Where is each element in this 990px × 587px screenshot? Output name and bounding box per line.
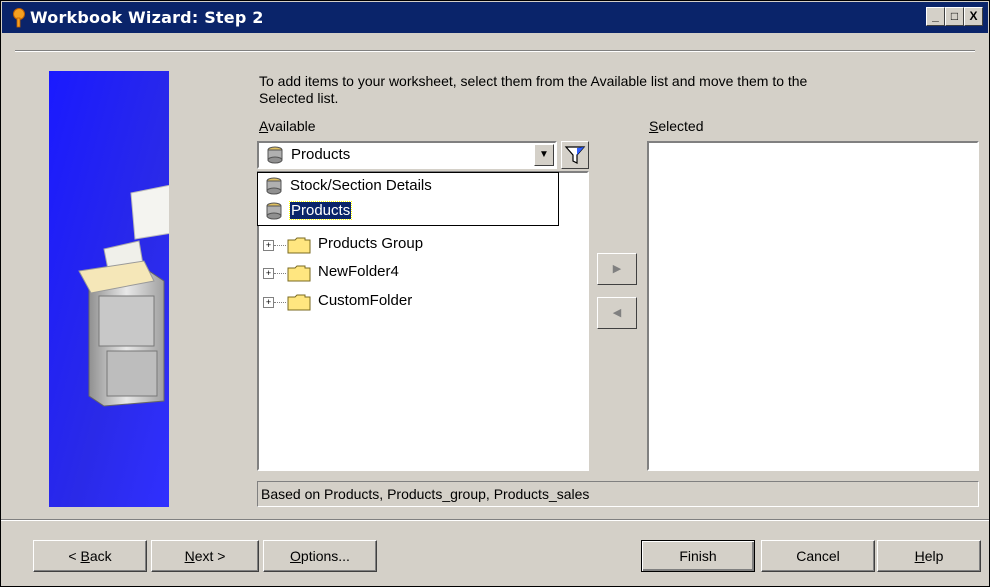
funnel-icon	[564, 146, 586, 164]
finish-button[interactable]: Finish	[641, 540, 755, 572]
dropdown-item[interactable]: Stock/Section Details	[260, 174, 556, 198]
options-button[interactable]: Options...	[263, 540, 377, 572]
close-button[interactable]: X	[964, 7, 983, 26]
dropdown-item-label: Stock/Section Details	[290, 177, 432, 194]
help-button[interactable]: Help	[877, 540, 981, 572]
title-bar[interactable]: Workbook Wizard: Step 2 _ □ X	[2, 2, 988, 33]
tree-connector	[274, 273, 286, 274]
business-area-dropdown[interactable]: Stock/Section Details Products	[257, 172, 559, 226]
tree-item-label: NewFolder4	[318, 263, 399, 280]
filter-button[interactable]	[561, 141, 589, 169]
tree-connector	[274, 302, 286, 303]
arrow-left-icon: ◀	[612, 307, 622, 319]
status-text: Based on Products, Products_group, Produ…	[257, 481, 979, 507]
database-icon	[267, 146, 283, 164]
wizard-window: Workbook Wizard: Step 2 _ □ X To add ite…	[0, 0, 990, 587]
footer-divider	[1, 519, 989, 521]
business-area-combo[interactable]: Products ▼	[257, 141, 557, 169]
minimize-button[interactable]: _	[926, 7, 945, 26]
selected-label: Selected	[649, 118, 704, 134]
dropdown-item-label: Products	[288, 201, 353, 220]
expand-icon[interactable]: +	[263, 268, 274, 279]
expand-icon[interactable]: +	[263, 297, 274, 308]
tree-connector	[274, 245, 286, 246]
chevron-down-icon[interactable]: ▼	[534, 144, 554, 166]
back-button[interactable]: < Back	[33, 540, 147, 572]
next-button[interactable]: Next >	[151, 540, 259, 572]
remove-item-button[interactable]: ◀	[597, 297, 637, 329]
database-icon	[266, 202, 282, 220]
expand-icon[interactable]: +	[263, 240, 274, 251]
add-item-button[interactable]: ▶	[597, 253, 637, 285]
arrow-right-icon: ▶	[612, 263, 622, 275]
header-divider	[15, 50, 975, 52]
tree-item-label: CustomFolder	[318, 292, 413, 309]
instructions-text: To add items to your worksheet, select t…	[259, 73, 808, 106]
folder-icon	[287, 237, 311, 254]
cancel-button[interactable]: Cancel	[761, 540, 875, 572]
folder-icon	[287, 265, 311, 282]
available-label: Available	[259, 118, 316, 134]
database-icon	[266, 177, 282, 195]
dropdown-item-selected[interactable]: Products	[260, 199, 556, 223]
selected-list[interactable]	[647, 141, 979, 471]
tree-item-label: Products Group	[318, 235, 424, 252]
app-icon	[13, 8, 25, 28]
folder-icon	[287, 294, 311, 311]
wizard-graphic	[49, 71, 169, 507]
combo-value: Products	[291, 146, 351, 163]
window-title: Workbook Wizard: Step 2	[30, 8, 264, 27]
maximize-button[interactable]: □	[945, 7, 964, 26]
